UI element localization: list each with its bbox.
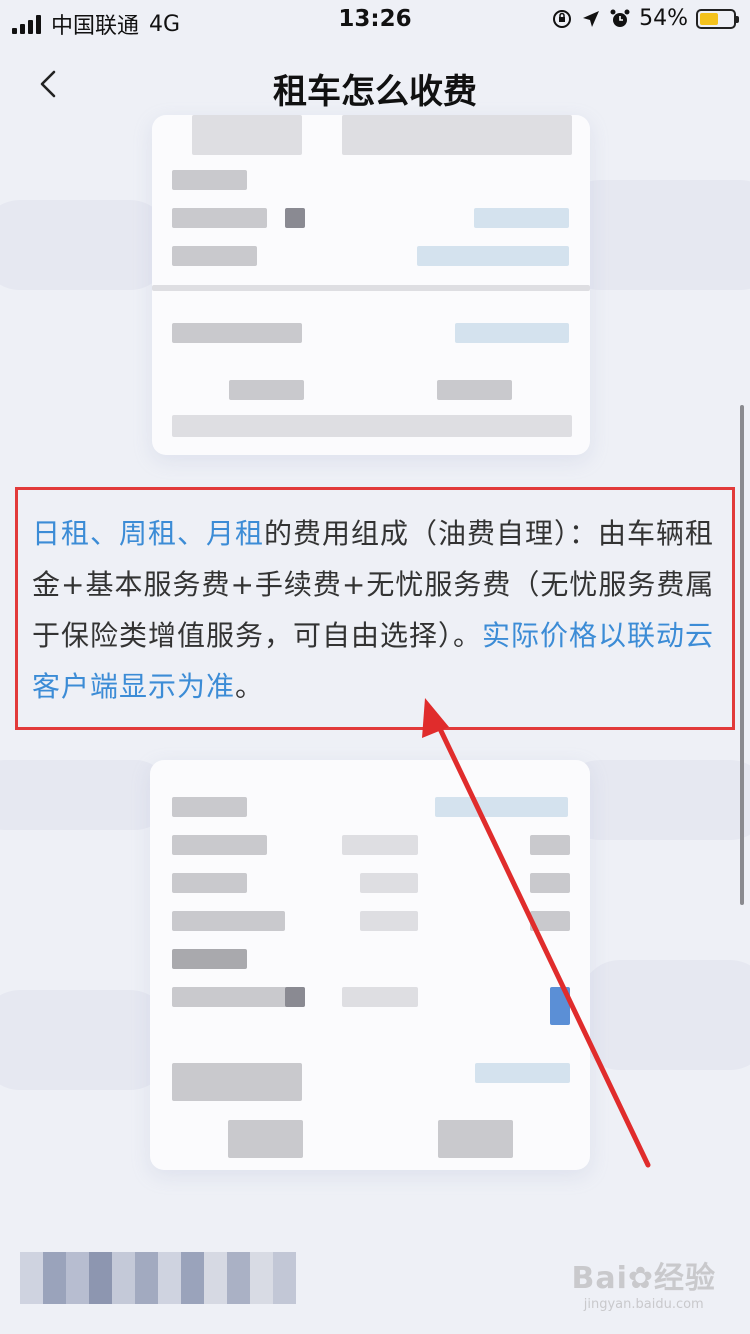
status-right: 54% bbox=[551, 6, 739, 31]
fee-description: 日租、周租、月租的费用组成（油费自理）：由车辆租金+基本服务费+手续费+无忧服务… bbox=[32, 508, 724, 712]
blurred-receipt-card-bottom bbox=[150, 760, 590, 1170]
blurred-bottom-text bbox=[20, 1252, 296, 1304]
watermark-sub: jingyan.baidu.com bbox=[583, 1297, 704, 1312]
baidu-jingyan-watermark: Bai✿经验 jingyan.baidu.com bbox=[571, 1253, 716, 1312]
location-icon bbox=[583, 10, 600, 27]
page-title: 租车怎么收费 bbox=[273, 72, 477, 112]
fee-description-highlight: 日租、周租、月租的费用组成（油费自理）：由车辆租金+基本服务费+手续费+无忧服务… bbox=[15, 487, 735, 730]
battery-percent: 54% bbox=[639, 6, 688, 31]
nav-bar: 租车怎么收费 bbox=[0, 42, 750, 126]
scrollbar[interactable] bbox=[740, 405, 744, 905]
rental-types-link[interactable]: 日租、周租、月租 bbox=[32, 517, 264, 550]
watermark-main: Bai✿经验 bbox=[571, 1261, 716, 1296]
battery-icon bbox=[696, 8, 739, 29]
blurred-receipt-card-top bbox=[152, 115, 590, 455]
status-bar: 中国联通 4G 13:26 54% bbox=[0, 0, 750, 42]
fee-description-end: 。 bbox=[235, 670, 265, 703]
orientation-lock-icon bbox=[553, 9, 572, 28]
alarm-icon bbox=[610, 9, 630, 27]
